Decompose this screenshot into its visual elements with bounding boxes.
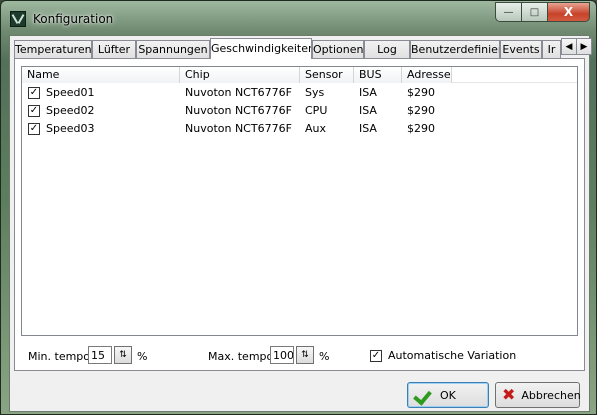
configuration-window: Konfiguration — □ X Temperaturen Lüfter … (0, 0, 597, 415)
min-tempo-input[interactable] (88, 346, 112, 364)
tab-luefter[interactable]: Lüfter (92, 40, 136, 59)
title-bar[interactable]: Konfiguration — □ X (1, 1, 596, 35)
row-checkbox[interactable]: ✓ (28, 87, 40, 99)
row-name: Speed01 (46, 86, 95, 99)
tab-temperaturen[interactable]: Temperaturen (14, 40, 92, 59)
max-tempo-input[interactable] (270, 346, 294, 364)
auto-variation-label[interactable]: Automatische Variation (388, 349, 516, 362)
dialog-client-area: Temperaturen Lüfter Spannungen Geschwind… (9, 35, 592, 412)
row-chip: Nuvoton NCT6776F (185, 104, 292, 117)
tab-benutzerdefiniert[interactable]: Benutzerdefiniert (410, 40, 500, 59)
row-chip: Nuvoton NCT6776F (185, 86, 292, 99)
cancel-button[interactable]: ✖ Abbrechen (495, 382, 581, 408)
app-icon (10, 11, 26, 27)
caption-buttons: — □ X (495, 2, 590, 22)
tab-strip: Temperaturen Lüfter Spannungen Geschwind… (14, 38, 561, 59)
max-tempo-label: Max. tempo (208, 350, 274, 363)
list-item[interactable]: ✓ Speed01 Nuvoton NCT6776F Sys ISA $290 (22, 84, 577, 102)
row-bus: ISA (359, 104, 377, 117)
cancel-button-label: Abbrechen (521, 388, 581, 402)
row-address: $290 (407, 104, 435, 117)
min-tempo-unit: % (137, 350, 148, 363)
list-header: Name Chip Sensor BUS Adresse (22, 67, 577, 83)
tab-page-geschwindigkeiten: Name Chip Sensor BUS Adresse ✓ Speed01 N… (14, 58, 585, 371)
maximize-button[interactable]: □ (521, 2, 547, 22)
row-address: $290 (407, 86, 435, 99)
min-tempo-label: Min. tempo (28, 350, 91, 363)
ok-button[interactable]: OK (407, 382, 489, 408)
row-bus: ISA (359, 122, 377, 135)
ok-button-label: OK (440, 388, 456, 402)
tab-events[interactable]: Events (500, 40, 542, 59)
row-name: Speed02 (46, 104, 95, 117)
minimize-button[interactable]: — (495, 2, 521, 22)
window-title: Konfiguration (33, 12, 114, 26)
column-bus[interactable]: BUS (354, 67, 402, 83)
tab-spannungen[interactable]: Spannungen (136, 40, 210, 59)
row-bus: ISA (359, 86, 377, 99)
row-sensor: Sys (305, 86, 325, 99)
row-checkbox[interactable]: ✓ (28, 105, 40, 117)
check-icon (414, 387, 434, 403)
speed-sensor-list[interactable]: Name Chip Sensor BUS Adresse ✓ Speed01 N… (21, 66, 578, 336)
column-adresse[interactable]: Adresse (402, 67, 452, 83)
row-name: Speed03 (46, 122, 95, 135)
max-tempo-spinner-icon[interactable]: ⇅ (296, 346, 314, 364)
row-sensor: CPU (305, 104, 328, 117)
column-name[interactable]: Name (22, 67, 180, 83)
tab-scroll-left-icon[interactable]: ◀ (561, 38, 577, 55)
row-sensor: Aux (305, 122, 327, 135)
row-checkbox[interactable]: ✓ (28, 123, 40, 135)
row-chip: Nuvoton NCT6776F (185, 122, 292, 135)
list-item[interactable]: ✓ Speed02 Nuvoton NCT6776F CPU ISA $290 (22, 102, 577, 120)
tab-optionen[interactable]: Optionen (312, 40, 364, 59)
column-chip[interactable]: Chip (180, 67, 300, 83)
tab-scroll-right-icon[interactable]: ▶ (576, 38, 592, 55)
list-item[interactable]: ✓ Speed03 Nuvoton NCT6776F Aux ISA $290 (22, 120, 577, 138)
close-button[interactable]: X (547, 2, 590, 22)
x-icon: ✖ (502, 385, 516, 404)
row-address: $290 (407, 122, 435, 135)
tempo-options: Min. tempo ⇅ % Max. tempo ⇅ % ✓ Automati… (14, 341, 585, 375)
column-sensor[interactable]: Sensor (300, 67, 354, 83)
min-tempo-spinner-icon[interactable]: ⇅ (114, 346, 132, 364)
max-tempo-unit: % (319, 350, 330, 363)
tab-log[interactable]: Log (364, 40, 410, 59)
tab-geschwindigkeiten[interactable]: Geschwindigkeiten (210, 38, 312, 59)
auto-variation-checkbox[interactable]: ✓ (370, 350, 382, 362)
tab-info-truncated[interactable]: Ir (542, 40, 561, 59)
